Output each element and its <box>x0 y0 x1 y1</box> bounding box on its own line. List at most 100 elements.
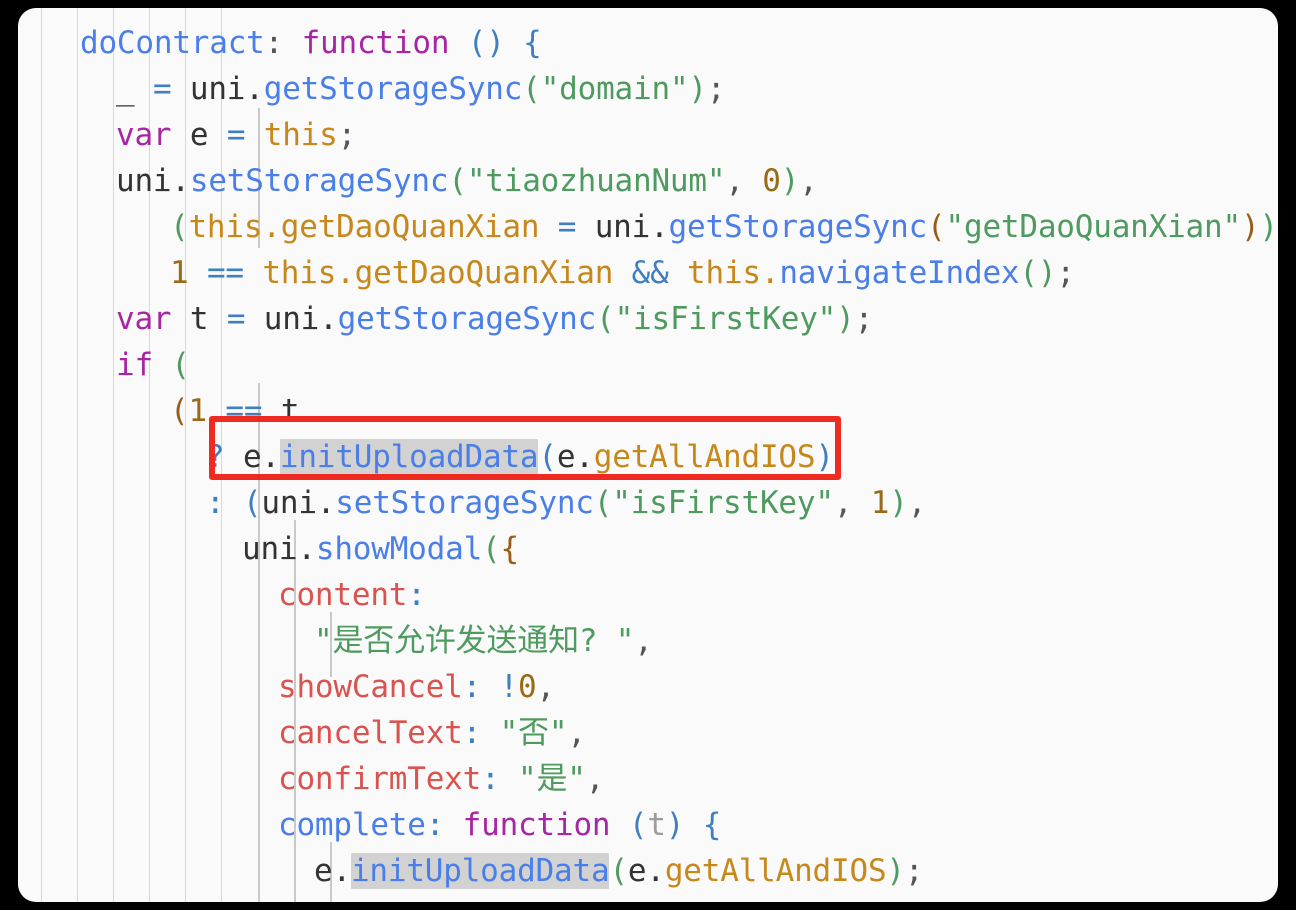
code-line[interactable]: if ( <box>116 342 190 388</box>
token-paren: ) <box>780 163 800 199</box>
token-string: "isFirstKey" <box>614 301 837 337</box>
code-line[interactable]: _ = uni.getStorageSync("domain"); <box>116 66 726 112</box>
token-paren: ( <box>538 439 557 475</box>
token-comma: , <box>585 761 605 797</box>
token-comma: , <box>567 715 586 751</box>
token-operator: == <box>206 255 263 291</box>
token-comma: , <box>799 163 818 199</box>
token-method: navigateIndex <box>779 255 1020 291</box>
token-ternary-question: ? <box>206 439 243 475</box>
code-line-annotated[interactable]: ? e.initUploadData(e.getAllAndIOS) <box>206 434 834 480</box>
token-string: "是" <box>518 761 586 797</box>
code-line[interactable]: showCancel: !0, <box>278 664 555 710</box>
token-object: uni. <box>189 71 264 107</box>
code-line[interactable]: 1 == this.getDaoQuanXian && this.navigat… <box>170 250 1075 296</box>
token-object: e. <box>314 853 351 889</box>
token-paren: ( <box>242 485 262 521</box>
token-brace: { <box>504 25 542 61</box>
code-line[interactable]: (1 == t <box>170 388 299 434</box>
token-paren: ( <box>448 163 467 199</box>
token-semicolon: ; <box>854 301 874 337</box>
code-line[interactable]: e.initUploadData(e.getAllAndIOS); <box>314 848 924 894</box>
token-property: doContract <box>80 25 265 61</box>
token-brace: { <box>500 531 520 567</box>
token-keyword: if <box>116 347 153 383</box>
code-line[interactable]: cancelText: "否", <box>278 710 586 756</box>
code-line[interactable]: content: <box>278 572 426 618</box>
token-paren: ( <box>482 531 501 567</box>
token-paren: ) <box>665 807 685 843</box>
token-operator: = <box>226 301 264 337</box>
code-line[interactable]: var e = this; <box>116 112 356 158</box>
token-colon: : <box>425 807 463 843</box>
token-number: 1 <box>188 393 226 429</box>
token-colon: : <box>407 577 426 613</box>
token-identifier: t <box>171 301 227 337</box>
token-paren: ) <box>815 439 834 475</box>
token-comma: , <box>725 163 763 199</box>
code-line[interactable]: doContract: function () { <box>80 20 542 66</box>
token-string: "isFirstKey" <box>612 485 834 521</box>
token-object-key: complete <box>278 807 426 843</box>
token-method: getStorageSync <box>668 209 928 245</box>
token-parameter: t <box>647 807 666 843</box>
code-line[interactable]: var t = uni.getStorageSync("isFirstKey")… <box>116 296 873 342</box>
token-operator: && <box>613 255 688 291</box>
token-string: "tiaozhuanNum" <box>466 163 726 199</box>
token-semicolon: ; <box>337 117 357 153</box>
token-keyword: function <box>301 25 450 61</box>
token-paren: ( <box>170 209 189 245</box>
token-paren: ) <box>1259 209 1278 245</box>
code-line[interactable]: uni.showModal({ <box>242 526 519 572</box>
token-string: "domain" <box>540 71 689 107</box>
token-method: setStorageSync <box>335 485 594 521</box>
token-object-key: content <box>278 577 408 613</box>
token-paren: ) <box>886 853 905 889</box>
token-comma: , <box>907 485 927 521</box>
token-object-key: showCancel <box>278 669 463 705</box>
token-paren: ( <box>152 347 190 383</box>
token-object: uni. <box>261 485 336 521</box>
code-line[interactable]: } <box>278 894 297 902</box>
token-paren: ( <box>610 807 648 843</box>
token-keyword: var <box>116 301 172 337</box>
token-member: this.getDaoQuanXian <box>262 255 614 291</box>
token-string: "getDaoQuanXian" <box>945 209 1242 245</box>
code-line[interactable]: "是否允许发送通知? ", <box>314 618 653 664</box>
token-paren: ( <box>927 209 946 245</box>
token-paren: ) <box>1240 209 1260 245</box>
code-line[interactable]: complete: function (t) { <box>278 802 721 848</box>
token-comma: , <box>536 669 556 705</box>
code-content[interactable]: doContract: function () { _ = uni.getSto… <box>18 8 1278 902</box>
token-object: uni. <box>594 209 669 245</box>
token-member: this.getDaoQuanXian <box>188 209 540 245</box>
code-line[interactable]: uni.setStorageSync("tiaozhuanNum", 0), <box>116 158 818 204</box>
token-ternary-colon: : <box>206 485 243 521</box>
code-line[interactable]: : (uni.setStorageSync("isFirstKey", 1), <box>206 480 926 526</box>
token-operator: ! <box>499 669 519 705</box>
token-paren: ( <box>522 71 541 107</box>
token-paren: ( <box>609 853 628 889</box>
token-object: e. <box>556 439 594 475</box>
token-number: 0 <box>762 163 781 199</box>
token-identifier: _ <box>116 71 153 107</box>
token-this: this. <box>687 255 780 291</box>
token-identifier: e <box>171 117 227 153</box>
token-paren: ( <box>596 301 615 337</box>
token-colon: : <box>462 669 500 705</box>
token-method-highlighted: initUploadData <box>350 853 610 889</box>
token-number: 1 <box>170 255 207 291</box>
token-punctuation: : <box>264 25 302 61</box>
token-property: getAllAndIOS <box>593 439 816 475</box>
code-editor-panel: doContract: function () { _ = uni.getSto… <box>18 8 1278 902</box>
code-line[interactable]: (this.getDaoQuanXian = uni.getStorageSyn… <box>170 204 1278 250</box>
token-property: getAllAndIOS <box>664 853 887 889</box>
token-method: getStorageSync <box>337 301 597 337</box>
token-paren: () <box>1019 255 1057 291</box>
token-operator: = <box>226 117 264 153</box>
token-brace: } <box>278 899 297 902</box>
token-method: showModal <box>315 531 483 567</box>
token-method: getStorageSync <box>263 71 523 107</box>
token-paren: ) <box>889 485 908 521</box>
code-line[interactable]: confirmText: "是", <box>278 756 604 802</box>
